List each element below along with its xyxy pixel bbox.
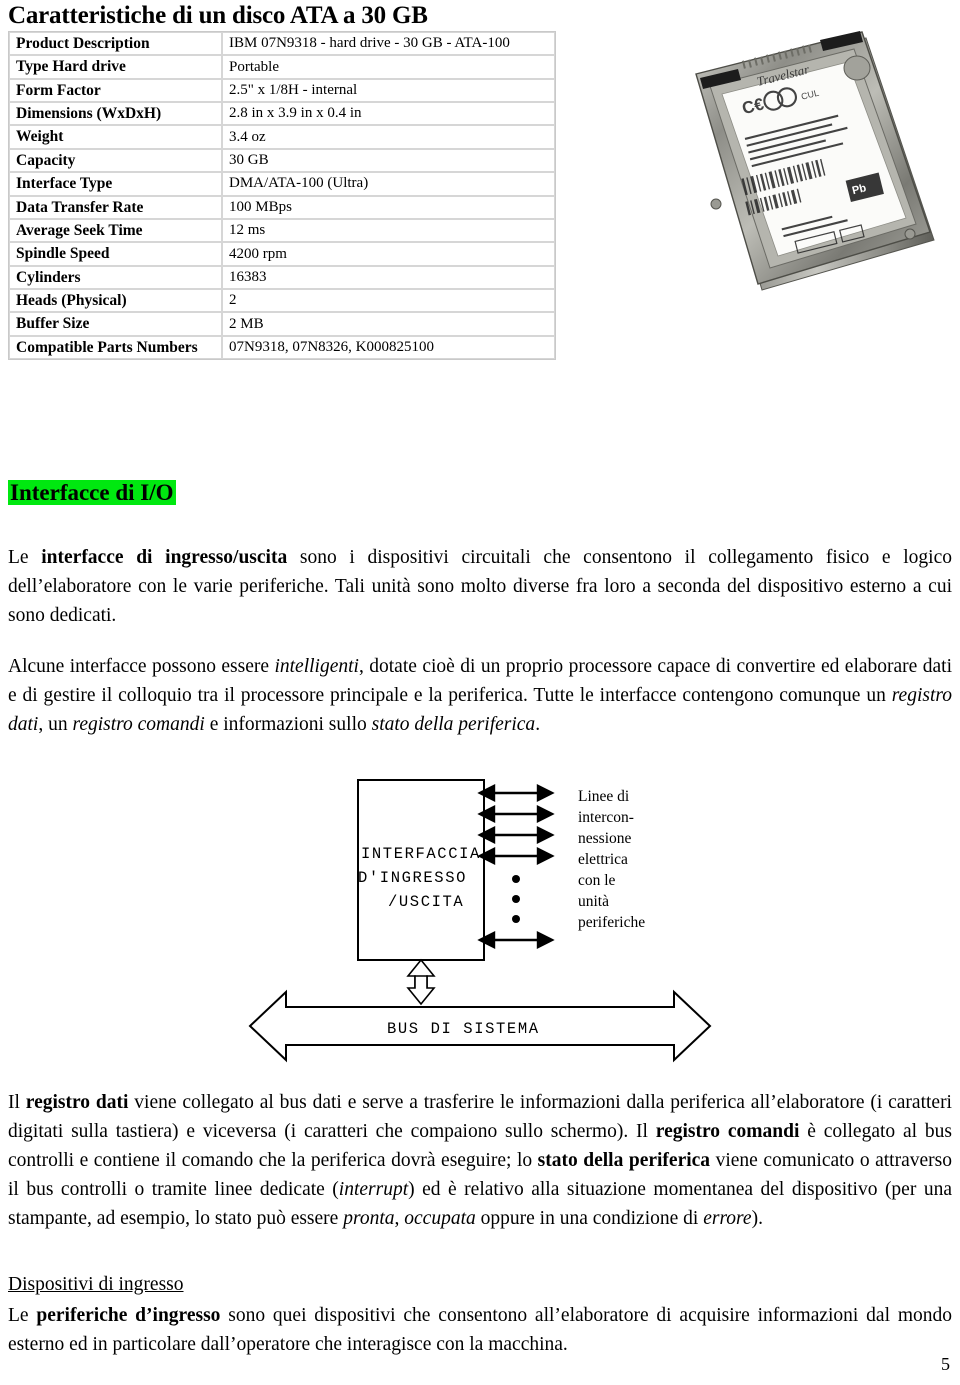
spec-key: Form Factor	[9, 78, 222, 103]
table-row: Buffer Size 2 MB	[9, 312, 555, 336]
p4-italic-pronta: pronta	[343, 1208, 395, 1229]
spec-key: Heads (Physical)	[9, 288, 222, 313]
svg-text:con le: con le	[578, 872, 616, 889]
spec-value: 07N9318, 07N8326, K000825100	[222, 335, 555, 360]
p4-italic-interrupt: interrupt	[338, 1179, 409, 1200]
spec-value: Portable	[222, 55, 555, 79]
p4-italic-occupata: occupata	[404, 1208, 476, 1229]
spec-value: 2 MB	[222, 312, 555, 336]
table-row: Data Transfer Rate 100 MBps	[9, 195, 555, 219]
p2-italic-stato-periferica: stato della periferica	[371, 714, 536, 735]
table-row: Form Factor 2.5" x 1/8H - internal	[9, 78, 555, 103]
spec-value: 30 GB	[222, 148, 555, 173]
paragraph-periferiche-ingresso: Le periferiche d’ingresso sono quei disp…	[8, 1301, 952, 1359]
spec-value: 2.5" x 1/8H - internal	[222, 78, 555, 103]
p1-bold-1: interfacce di ingresso/uscita	[41, 547, 288, 568]
paragraph-registri: Il registro dati viene collegato al bus …	[8, 1088, 952, 1233]
table-row: Type Hard drive Portable	[9, 55, 555, 79]
page-title: Caratteristiche di un disco ATA a 30 GB	[8, 2, 428, 29]
spec-value: 2	[222, 288, 555, 313]
section-heading-text: Interfacce di I/O	[8, 480, 176, 505]
p4-text-h: oppure in una condizione di	[475, 1208, 704, 1229]
table-row: Dimensions (WxDxH) 2.8 in x 3.9 in x 0.4…	[9, 102, 555, 126]
interface-box-line-2: D'INGRESSO	[358, 869, 467, 887]
spec-value: 16383	[222, 265, 555, 289]
spec-value: 2.8 in x 3.9 in x 0.4 in	[222, 102, 555, 126]
spec-table-body: Product Description IBM 07N9318 - hard d…	[9, 32, 555, 360]
spec-key: Dimensions (WxDxH)	[9, 102, 222, 126]
table-row: Product Description IBM 07N9318 - hard d…	[9, 32, 555, 56]
section-heading: Interfacce di I/O	[8, 479, 176, 506]
table-row: Cylinders 16383	[9, 265, 555, 289]
interface-box-line-1: INTERFACCIA	[361, 845, 481, 863]
svg-text:periferiche: periferiche	[578, 914, 645, 931]
spec-key: Buffer Size	[9, 312, 222, 336]
spec-key: Spindle Speed	[9, 242, 222, 266]
p2-italic-registro-comandi: registro comandi	[72, 714, 205, 735]
table-row: Heads (Physical) 2	[9, 288, 555, 313]
page-number: 5	[941, 1354, 950, 1374]
p2-italic-intelligenti: intelligenti	[274, 656, 359, 677]
table-row: Average Seek Time 12 ms	[9, 218, 555, 243]
spec-key: Data Transfer Rate	[9, 195, 222, 219]
io-interface-diagram: INTERFACCIA D'INGRESSO /USCITA Linee di …	[230, 772, 730, 1064]
spec-key: Compatible Parts Numbers	[9, 335, 222, 360]
svg-text:unità: unità	[578, 893, 609, 910]
p2-text-a: Alcune interfacce possono essere	[8, 656, 275, 677]
table-row: Spindle Speed 4200 rpm	[9, 242, 555, 266]
p2-text-d: , un	[38, 714, 73, 735]
spec-value: 100 MBps	[222, 195, 555, 219]
svg-text:elettrica: elettrica	[578, 851, 628, 868]
table-row: Interface Type DMA/ATA-100 (Ultra)	[9, 172, 555, 196]
p2-text-c: Tutte le interfacce contengono comunque …	[533, 685, 892, 706]
p4-italic-errore: errore	[703, 1208, 752, 1229]
spec-key: Cylinders	[9, 265, 222, 289]
spec-key: Product Description	[9, 32, 222, 56]
spec-key: Average Seek Time	[9, 218, 222, 243]
p5-bold-periferiche: periferiche d’ingresso	[36, 1305, 221, 1326]
spec-key: Type Hard drive	[9, 55, 222, 79]
paragraph-interfacce: Le interfacce di ingresso/uscita sono i …	[8, 543, 952, 630]
p2-text-e: e informazioni sullo	[204, 714, 372, 735]
spec-key: Capacity	[9, 148, 222, 173]
svg-text:nessione: nessione	[578, 830, 632, 847]
hard-drive-photo: Travelstar C€ CUL Pb	[636, 24, 950, 332]
p4-text-c: Il	[636, 1121, 656, 1142]
table-row: Capacity 30 GB	[9, 148, 555, 173]
svg-text:intercon-: intercon-	[578, 809, 634, 826]
svg-text:Linee di: Linee di	[578, 788, 630, 805]
p4-text-i: ).	[751, 1208, 763, 1229]
p4-bold-registro-dati: registro dati	[25, 1092, 129, 1113]
spec-value: DMA/ATA-100 (Ultra)	[222, 172, 555, 196]
spec-value: 3.4 oz	[222, 125, 555, 149]
spec-value: 4200 rpm	[222, 242, 555, 266]
p4-bold-registro-comandi: registro comandi	[655, 1121, 800, 1142]
p4-text-a: Il	[8, 1092, 26, 1113]
p1-text-a: Le	[8, 547, 42, 568]
system-bus-label: BUS DI SISTEMA	[387, 1020, 540, 1038]
spec-key: Weight	[9, 125, 222, 149]
p4-bold-stato-periferica: stato della periferica	[537, 1150, 711, 1171]
hdd-spec-table: Product Description IBM 07N9318 - hard d…	[8, 31, 556, 361]
p2-text-f: .	[535, 714, 541, 735]
interface-box-line-3: /USCITA	[388, 893, 464, 911]
spec-value: IBM 07N9318 - hard drive - 30 GB - ATA-1…	[222, 32, 555, 56]
p5-text-a: Le	[8, 1305, 37, 1326]
spec-key: Interface Type	[9, 172, 222, 196]
sub-heading-dispositivi-di-ingresso: Dispositivi di ingresso	[8, 1274, 184, 1295]
p4-text-g: ,	[394, 1208, 405, 1229]
table-row: Weight 3.4 oz	[9, 125, 555, 149]
paragraph-intelligenti: Alcune interfacce possono essere intelli…	[8, 652, 952, 739]
spec-value: 12 ms	[222, 218, 555, 243]
table-row: Compatible Parts Numbers 07N9318, 07N832…	[9, 335, 555, 360]
